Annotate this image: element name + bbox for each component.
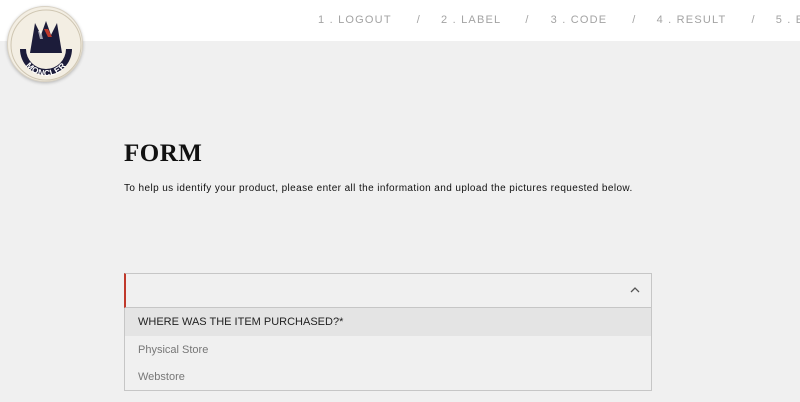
top-bar: 1 . LOGOUT / 2 . LABEL / 3 . CODE / 4 . …	[0, 0, 800, 41]
moncler-logo[interactable]: MONCLER	[7, 6, 83, 82]
step-code[interactable]: 3 . CODE	[551, 14, 608, 26]
logo-wordmark: MONCLER	[24, 60, 67, 78]
page-title: FORM	[124, 140, 203, 167]
chevron-up-icon	[630, 287, 640, 293]
form-intro-text: To help us identify your product, please…	[124, 183, 633, 194]
step-result[interactable]: 4 . RESULT	[657, 14, 727, 26]
logo-emblem-icon: MONCLER	[10, 9, 82, 81]
purchase-location-select[interactable]	[124, 273, 652, 308]
step-navigation: 1 . LOGOUT / 2 . LABEL / 3 . CODE / 4 . …	[318, 12, 800, 28]
purchase-location-options: WHERE WAS THE ITEM PURCHASED?* Physical …	[124, 308, 652, 391]
step-separator: /	[416, 14, 422, 26]
step-separator: /	[632, 14, 637, 26]
step-label[interactable]: 2 . LABEL	[441, 14, 501, 26]
svg-text:MONCLER: MONCLER	[24, 60, 68, 78]
option-prompt[interactable]: WHERE WAS THE ITEM PURCHASED?*	[125, 308, 651, 336]
option-physical-store[interactable]: Physical Store	[125, 336, 651, 364]
step-logout[interactable]: 1 . LOGOUT	[318, 14, 392, 26]
option-webstore[interactable]: Webstore	[125, 363, 651, 391]
step-separator: /	[525, 14, 530, 26]
step-end[interactable]: 5 . END	[776, 14, 800, 26]
step-separator: /	[751, 14, 756, 26]
